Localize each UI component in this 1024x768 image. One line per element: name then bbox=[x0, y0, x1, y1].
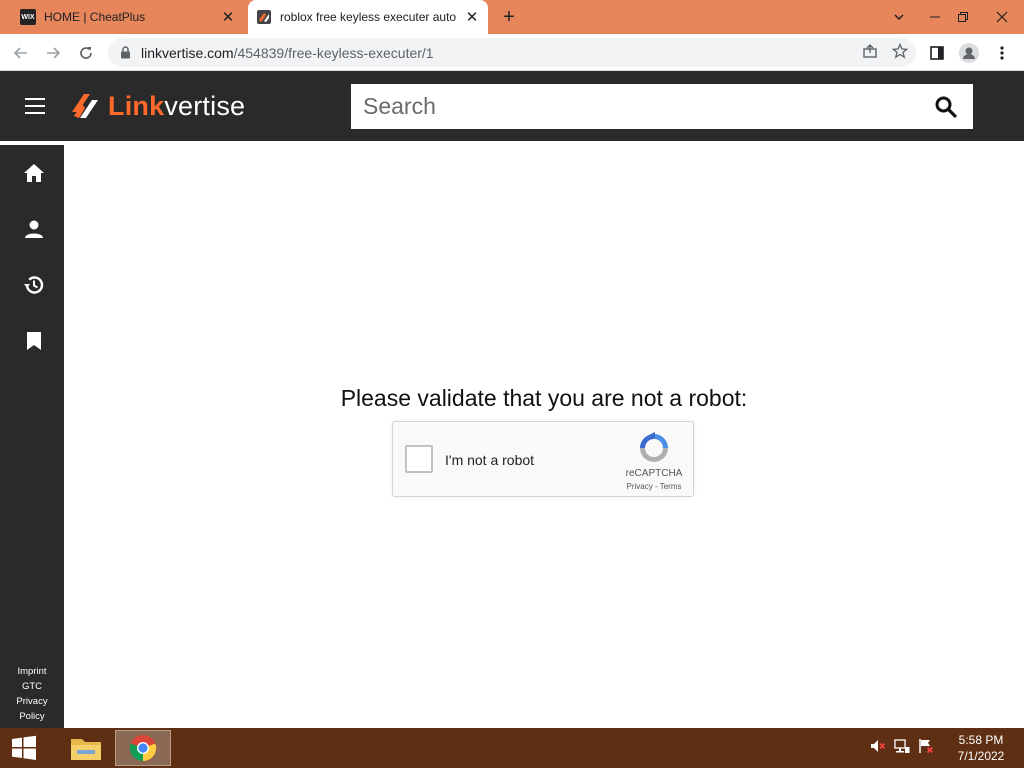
recaptcha-label: I'm not a robot bbox=[445, 452, 535, 468]
clock-time: 5:58 PM bbox=[958, 733, 1004, 747]
back-button[interactable] bbox=[8, 40, 34, 66]
side-panel-icon[interactable] bbox=[924, 40, 950, 66]
gtc-link[interactable]: GTC bbox=[0, 679, 64, 694]
forward-button[interactable] bbox=[40, 40, 66, 66]
logo-vertise-text: vertise bbox=[164, 90, 246, 121]
restore-button[interactable] bbox=[946, 0, 980, 34]
share-icon[interactable] bbox=[862, 43, 878, 59]
tab-close-icon[interactable]: ✕ bbox=[462, 7, 482, 27]
tab-search-chevron-icon[interactable] bbox=[882, 0, 916, 34]
tab-title: roblox free keyless executer auto bbox=[280, 10, 457, 24]
tab-linkvertise[interactable]: roblox free keyless executer auto ✕ bbox=[248, 0, 488, 34]
user-icon bbox=[25, 220, 43, 238]
profile-avatar-icon[interactable] bbox=[956, 40, 982, 66]
imprint-link[interactable]: Imprint bbox=[0, 664, 64, 679]
clock-date: 7/1/2022 bbox=[957, 749, 1005, 763]
sidebar-footer: Imprint GTC Privacy Policy bbox=[0, 664, 64, 724]
recaptcha-brand: reCAPTCHA bbox=[625, 468, 683, 479]
logo-link-text: Link bbox=[108, 90, 165, 121]
page-title: Please validate that you are not a robot… bbox=[340, 385, 748, 411]
recaptcha-checkbox[interactable] bbox=[405, 445, 433, 473]
sidebar-item-bookmarks[interactable] bbox=[22, 329, 46, 353]
browser-toolbar: linkvertise.com/454839/free-keyless-exec… bbox=[0, 34, 1024, 71]
search-icon bbox=[935, 96, 957, 118]
url-host: linkvertise.com bbox=[141, 44, 234, 61]
sidebar: Imprint GTC Privacy Policy bbox=[0, 145, 64, 728]
windows-taskbar: 5:58 PM 7/1/2022 bbox=[0, 728, 1024, 768]
wix-icon: WIX bbox=[20, 9, 36, 25]
windows-logo-icon bbox=[12, 735, 36, 760]
chrome-icon bbox=[129, 735, 157, 762]
tab-cheatplus[interactable]: WIX HOME | CheatPlus ✕ bbox=[12, 0, 244, 34]
bookmark-icon bbox=[27, 332, 41, 350]
recaptcha-privacy-terms[interactable]: Privacy - Terms bbox=[615, 482, 693, 491]
action-center-flag-icon[interactable] bbox=[918, 738, 934, 754]
address-bar[interactable]: linkvertise.com/454839/free-keyless-exec… bbox=[108, 38, 916, 67]
taskbar-clock[interactable]: 5:58 PM 7/1/2022 bbox=[948, 732, 1014, 764]
linkvertise-icon bbox=[257, 10, 271, 24]
system-tray bbox=[870, 738, 934, 754]
browser-menu-icon[interactable] bbox=[989, 40, 1015, 66]
sidebar-item-account[interactable] bbox=[22, 217, 46, 241]
recaptcha-widget: I'm not a robot reCAPTCHA Privacy - Term… bbox=[392, 421, 694, 497]
url-text: linkvertise.com/454839/free-keyless-exec… bbox=[141, 45, 434, 61]
search-button[interactable] bbox=[919, 84, 973, 129]
taskbar-file-explorer[interactable] bbox=[58, 730, 114, 766]
home-icon bbox=[24, 164, 44, 182]
site-header: Linkvertise bbox=[0, 71, 1024, 141]
history-icon bbox=[24, 276, 44, 294]
reload-button[interactable] bbox=[73, 40, 99, 66]
volume-muted-icon[interactable] bbox=[870, 738, 886, 754]
network-icon[interactable] bbox=[894, 738, 910, 754]
site-search bbox=[351, 84, 973, 129]
sidebar-item-history[interactable] bbox=[22, 273, 46, 297]
start-button[interactable] bbox=[0, 728, 48, 768]
bookmark-star-icon[interactable] bbox=[892, 43, 908, 59]
folder-icon bbox=[71, 739, 101, 760]
sidebar-item-home[interactable] bbox=[22, 161, 46, 185]
tab-title: HOME | CheatPlus bbox=[44, 10, 146, 24]
privacy-link[interactable]: Privacy bbox=[0, 694, 64, 709]
url-path: /454839/free-keyless-executer/1 bbox=[233, 44, 434, 61]
taskbar-chrome[interactable] bbox=[115, 730, 171, 766]
recaptcha-logo-icon bbox=[640, 432, 668, 462]
logo-text: Linkvertise bbox=[108, 91, 245, 122]
linkvertise-logo-icon bbox=[72, 94, 98, 118]
tab-close-icon[interactable]: ✕ bbox=[218, 7, 238, 27]
search-input[interactable] bbox=[351, 84, 919, 129]
policy-link[interactable]: Policy bbox=[0, 709, 64, 724]
hamburger-menu-icon[interactable] bbox=[25, 98, 45, 114]
window-close-button[interactable] bbox=[982, 0, 1022, 34]
new-tab-button[interactable]: + bbox=[498, 6, 520, 28]
browser-tab-strip: WIX HOME | CheatPlus ✕ roblox free keyle… bbox=[0, 0, 1024, 34]
linkvertise-logo[interactable]: Linkvertise bbox=[70, 90, 245, 122]
lock-icon bbox=[121, 46, 130, 59]
